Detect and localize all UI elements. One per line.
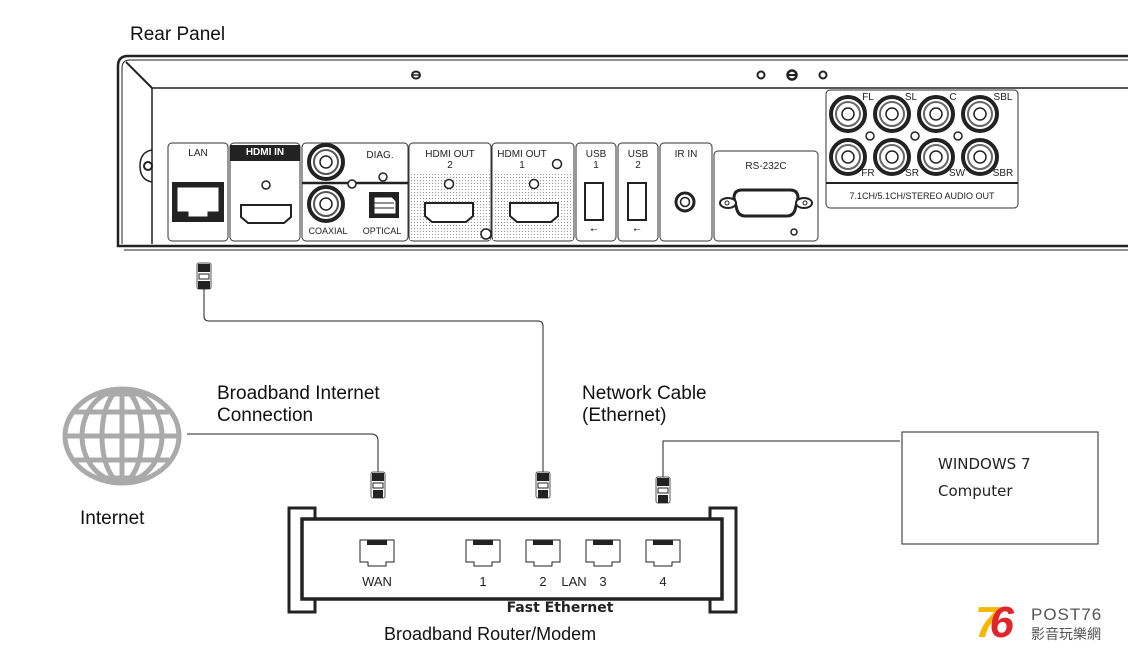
router-port-label-wan: WAN	[362, 574, 392, 589]
router-port-wan	[359, 539, 395, 567]
broadband-connection-label-line1: Broadband Internet	[217, 383, 380, 404]
router-port-3	[585, 539, 621, 567]
broadband-connection-label-line2: Connection	[217, 405, 314, 426]
router-lan2-plug	[535, 471, 551, 499]
network-diagram	[62, 262, 1099, 614]
router-port-4	[645, 539, 681, 567]
globe-icon	[62, 386, 182, 486]
router-lan4-plug	[655, 476, 671, 504]
network-cable-label-line1: Network Cable	[582, 383, 707, 404]
router-name-label: Broadband Router/Modem	[384, 624, 597, 644]
logo-chinese: 影音玩樂網	[1031, 627, 1101, 643]
network-cable-label-line2: (Ethernet)	[582, 405, 667, 426]
computer-os-label: WINDOWS 7	[938, 455, 1031, 473]
router-port-label-3: 3	[599, 574, 607, 589]
logo-six: 6	[989, 598, 1014, 647]
computer-label: Computer	[938, 482, 1013, 500]
logo-seven: 7	[975, 598, 1000, 647]
logo-number: 76	[975, 598, 1014, 647]
internet-label: Internet	[80, 508, 145, 529]
fast-ethernet-label: Fast Ethernet	[506, 600, 614, 616]
logo-brand: POST76	[1031, 605, 1103, 624]
router-wan-plug	[370, 471, 386, 499]
router-port-label-4: 4	[659, 574, 667, 589]
router-port-label-2: 2	[539, 574, 547, 589]
router-port-2	[525, 539, 561, 567]
post76-logo: 76 POST76 影音玩樂網	[975, 601, 1135, 645]
router-port-1	[465, 539, 501, 567]
router-port-label-1: 1	[479, 574, 487, 589]
router-lan-label: LAN	[561, 574, 587, 589]
player-lan-plug	[196, 262, 212, 290]
